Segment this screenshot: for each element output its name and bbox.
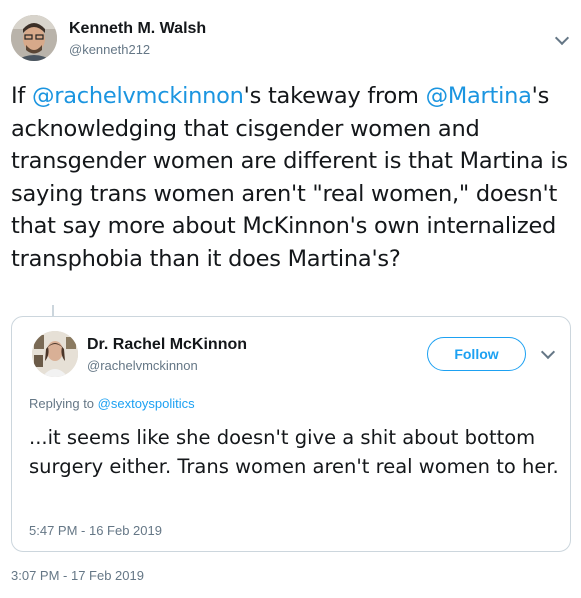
tweet-text-part: 's takeway from	[243, 83, 426, 109]
quoted-author-avatar[interactable]	[32, 331, 78, 377]
tweet-text-part: If	[11, 83, 32, 109]
tweet-text-part: 's acknowledging that cisgender women an…	[11, 83, 568, 272]
author-handle[interactable]: @kenneth212	[69, 42, 150, 57]
replying-mention-link[interactable]: @sextoyspolitics	[98, 396, 195, 411]
tweet-card: Kenneth M. Walsh @kenneth212 If @rachelv…	[0, 0, 581, 598]
quoted-tweet[interactable]: Dr. Rachel McKinnon @rachelvmckinnon Fol…	[11, 316, 571, 552]
quoted-author-name[interactable]: Dr. Rachel McKinnon	[87, 336, 247, 354]
tweet-timestamp[interactable]: 3:07 PM - 17 Feb 2019	[11, 568, 144, 583]
chevron-down-icon[interactable]	[540, 344, 556, 360]
mention-link[interactable]: @rachelvmckinnon	[32, 83, 244, 109]
tweet-text: If @rachelvmckinnon's takeway from @Mart…	[11, 80, 571, 275]
quote-connector	[52, 305, 54, 316]
author-name[interactable]: Kenneth M. Walsh	[69, 20, 206, 38]
quoted-timestamp[interactable]: 5:47 PM - 16 Feb 2019	[29, 523, 162, 538]
author-avatar[interactable]	[11, 15, 57, 61]
quoted-author-handle[interactable]: @rachelvmckinnon	[87, 358, 198, 373]
quoted-tweet-text: ...it seems like she doesn't give a shit…	[29, 426, 559, 478]
replying-prefix: Replying to	[29, 396, 98, 411]
follow-button[interactable]: Follow	[427, 337, 526, 371]
replying-to-line: Replying to @sextoyspolitics	[29, 396, 195, 411]
mention-link[interactable]: @Martina	[426, 83, 532, 109]
chevron-down-icon[interactable]	[554, 30, 570, 46]
